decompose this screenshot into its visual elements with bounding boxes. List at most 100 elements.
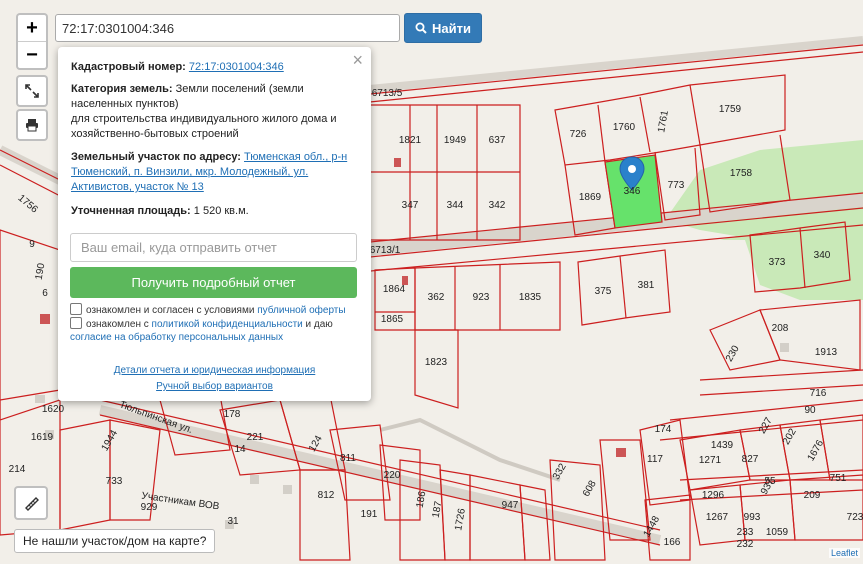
cadastral-label: Кадастровый номер: bbox=[71, 61, 186, 73]
parcel-label: 733 bbox=[106, 476, 123, 487]
personal-data-consent-link[interactable]: согласие на обработку персональных данны… bbox=[70, 332, 283, 343]
parcel-label: 773 bbox=[668, 180, 685, 191]
report-details-link[interactable]: Детали отчета и юридическая информация bbox=[114, 365, 316, 376]
fullscreen-button[interactable] bbox=[16, 75, 48, 107]
parcel-label: 6 bbox=[42, 288, 48, 299]
parcel-label: 362 bbox=[428, 292, 445, 303]
parcel-info-popup: × Кадастровый номер: 72:17:0301004:346 К… bbox=[58, 47, 371, 401]
search-bar: 72:17:0301004:346 Найти bbox=[55, 13, 482, 43]
cadastral-search-input[interactable]: 72:17:0301004:346 bbox=[55, 14, 400, 42]
email-input[interactable]: Ваш email, куда отправить отчет bbox=[70, 233, 357, 262]
parcel-label: 751 bbox=[830, 473, 847, 484]
parcel-label: 1059 bbox=[766, 527, 789, 538]
parcel-label: 344 bbox=[447, 200, 464, 211]
search-button[interactable]: Найти bbox=[404, 13, 482, 43]
zoom-out-button[interactable]: − bbox=[18, 41, 46, 68]
parcel-label: 31 bbox=[227, 516, 239, 527]
parcel-label: 923 bbox=[473, 292, 490, 303]
address-label: Земельный участок по адресу: bbox=[71, 151, 241, 163]
parcel-label: 1758 bbox=[730, 168, 753, 179]
ruler-icon bbox=[25, 497, 39, 511]
area-label: Уточненная площадь: bbox=[71, 205, 191, 217]
parcel-label: 233 bbox=[737, 527, 754, 538]
parcel-label: 637 bbox=[489, 135, 506, 146]
parcel-label: 726 bbox=[570, 129, 587, 140]
cadastral-number-link[interactable]: 72:17:0301004:346 bbox=[189, 61, 284, 73]
parcel-label: 178 bbox=[224, 409, 241, 420]
parcel-label: 1267 bbox=[706, 512, 729, 523]
leaflet-attribution-link[interactable]: Leaflet bbox=[828, 548, 860, 558]
parcel-label: 174 bbox=[655, 424, 672, 435]
privacy-consent-row: ознакомлен с политикой конфиденциальност… bbox=[70, 317, 360, 344]
parcel-label: 1864 bbox=[383, 284, 406, 295]
public-offer-link[interactable]: публичной оферты bbox=[257, 305, 345, 316]
parcel-label: 9 bbox=[29, 239, 35, 250]
parcel-label: 117 bbox=[647, 454, 663, 465]
privacy-policy-link[interactable]: политикой конфиденциальности bbox=[152, 319, 303, 330]
parcel-label: 947 bbox=[502, 500, 519, 511]
parcel-label: 221 bbox=[247, 432, 264, 443]
manual-selection-link[interactable]: Ручной выбор вариантов bbox=[156, 381, 273, 392]
area-row: Уточненная площадь: 1 520 кв.м. bbox=[71, 204, 361, 219]
parcel-label: 220 bbox=[384, 470, 401, 481]
parcel-label: 1823 bbox=[425, 357, 448, 368]
parcel-label: 1296 bbox=[702, 490, 725, 501]
offer-consent-text: ознакомлен и согласен с условиями bbox=[86, 305, 255, 316]
address-row: Земельный участок по адресу: Тюменская о… bbox=[71, 150, 361, 195]
privacy-consent-text-a: ознакомлен с bbox=[86, 319, 149, 330]
category-label: Категория земель: bbox=[71, 83, 173, 95]
parcel-label: 232 bbox=[737, 539, 754, 550]
parcel-label: 1271 bbox=[699, 455, 722, 466]
parcel-label: 1835 bbox=[519, 292, 542, 303]
street-label: 6713/5 bbox=[372, 88, 403, 99]
printer-icon bbox=[26, 119, 38, 132]
print-button[interactable] bbox=[16, 109, 48, 141]
offer-consent-row: ознакомлен и согласен с условиями публич… bbox=[70, 303, 360, 317]
not-found-button[interactable]: Не нашли участок/дом на карте? bbox=[14, 529, 216, 553]
land-purpose: для строительства индивидуального жилого… bbox=[71, 113, 337, 140]
zoom-in-button[interactable]: + bbox=[18, 15, 46, 41]
parcel-label: 381 bbox=[638, 280, 655, 291]
parcel-label: 1619 bbox=[31, 432, 54, 443]
parcel-label: 812 bbox=[318, 490, 335, 501]
parcel-label: 346 bbox=[624, 186, 641, 197]
parcel-label: 827 bbox=[742, 454, 759, 465]
street-label: 6713/1 bbox=[370, 245, 401, 256]
parcel-label: 340 bbox=[814, 250, 831, 261]
parcel-label: 214 bbox=[9, 464, 26, 475]
parcel-label: 373 bbox=[769, 257, 786, 268]
parcel-label: 90 bbox=[804, 405, 816, 416]
search-icon bbox=[415, 22, 427, 34]
get-report-button[interactable]: Получить подробный отчет bbox=[70, 267, 357, 298]
parcel-label: 166 bbox=[664, 537, 681, 548]
parcel-label: 1439 bbox=[711, 440, 734, 451]
offer-consent-checkbox[interactable] bbox=[70, 303, 82, 315]
parcel-label: 1760 bbox=[613, 122, 636, 133]
parcel-label: 191 bbox=[361, 509, 378, 520]
parcel-label: 1865 bbox=[381, 314, 404, 325]
manual-selection-row: Ручной выбор вариантов bbox=[58, 381, 371, 392]
parcel-label: 208 bbox=[772, 323, 789, 334]
zoom-control: + − bbox=[16, 13, 48, 70]
parcel-label: 209 bbox=[804, 490, 821, 501]
privacy-consent-checkbox[interactable] bbox=[70, 317, 82, 329]
parcel-label: 1620 bbox=[42, 404, 65, 415]
measure-button[interactable] bbox=[14, 486, 48, 520]
parcel-label: 14 bbox=[234, 444, 246, 455]
search-button-label: Найти bbox=[432, 20, 471, 36]
fullscreen-icon bbox=[25, 84, 39, 98]
parcel-label: 716 bbox=[810, 388, 827, 399]
parcel-label: 723 bbox=[847, 512, 863, 523]
cadastral-number-row: Кадастровый номер: 72:17:0301004:346 bbox=[71, 60, 361, 75]
parcel-label: 1821 bbox=[399, 135, 422, 146]
parcel-label: 375 bbox=[595, 286, 612, 297]
parcel-label: 1949 bbox=[444, 135, 467, 146]
parcel-label: 347 bbox=[402, 200, 419, 211]
parcel-label: 1869 bbox=[579, 192, 602, 203]
parcel-label: 1759 bbox=[719, 104, 742, 115]
parcel-label: 993 bbox=[744, 512, 761, 523]
land-category-row: Категория земель: Земли поселений (земли… bbox=[71, 82, 361, 142]
parcel-label: 1913 bbox=[815, 347, 838, 358]
report-details-row: Детали отчета и юридическая информация bbox=[58, 365, 371, 376]
parcel-label: 929 bbox=[141, 502, 158, 513]
